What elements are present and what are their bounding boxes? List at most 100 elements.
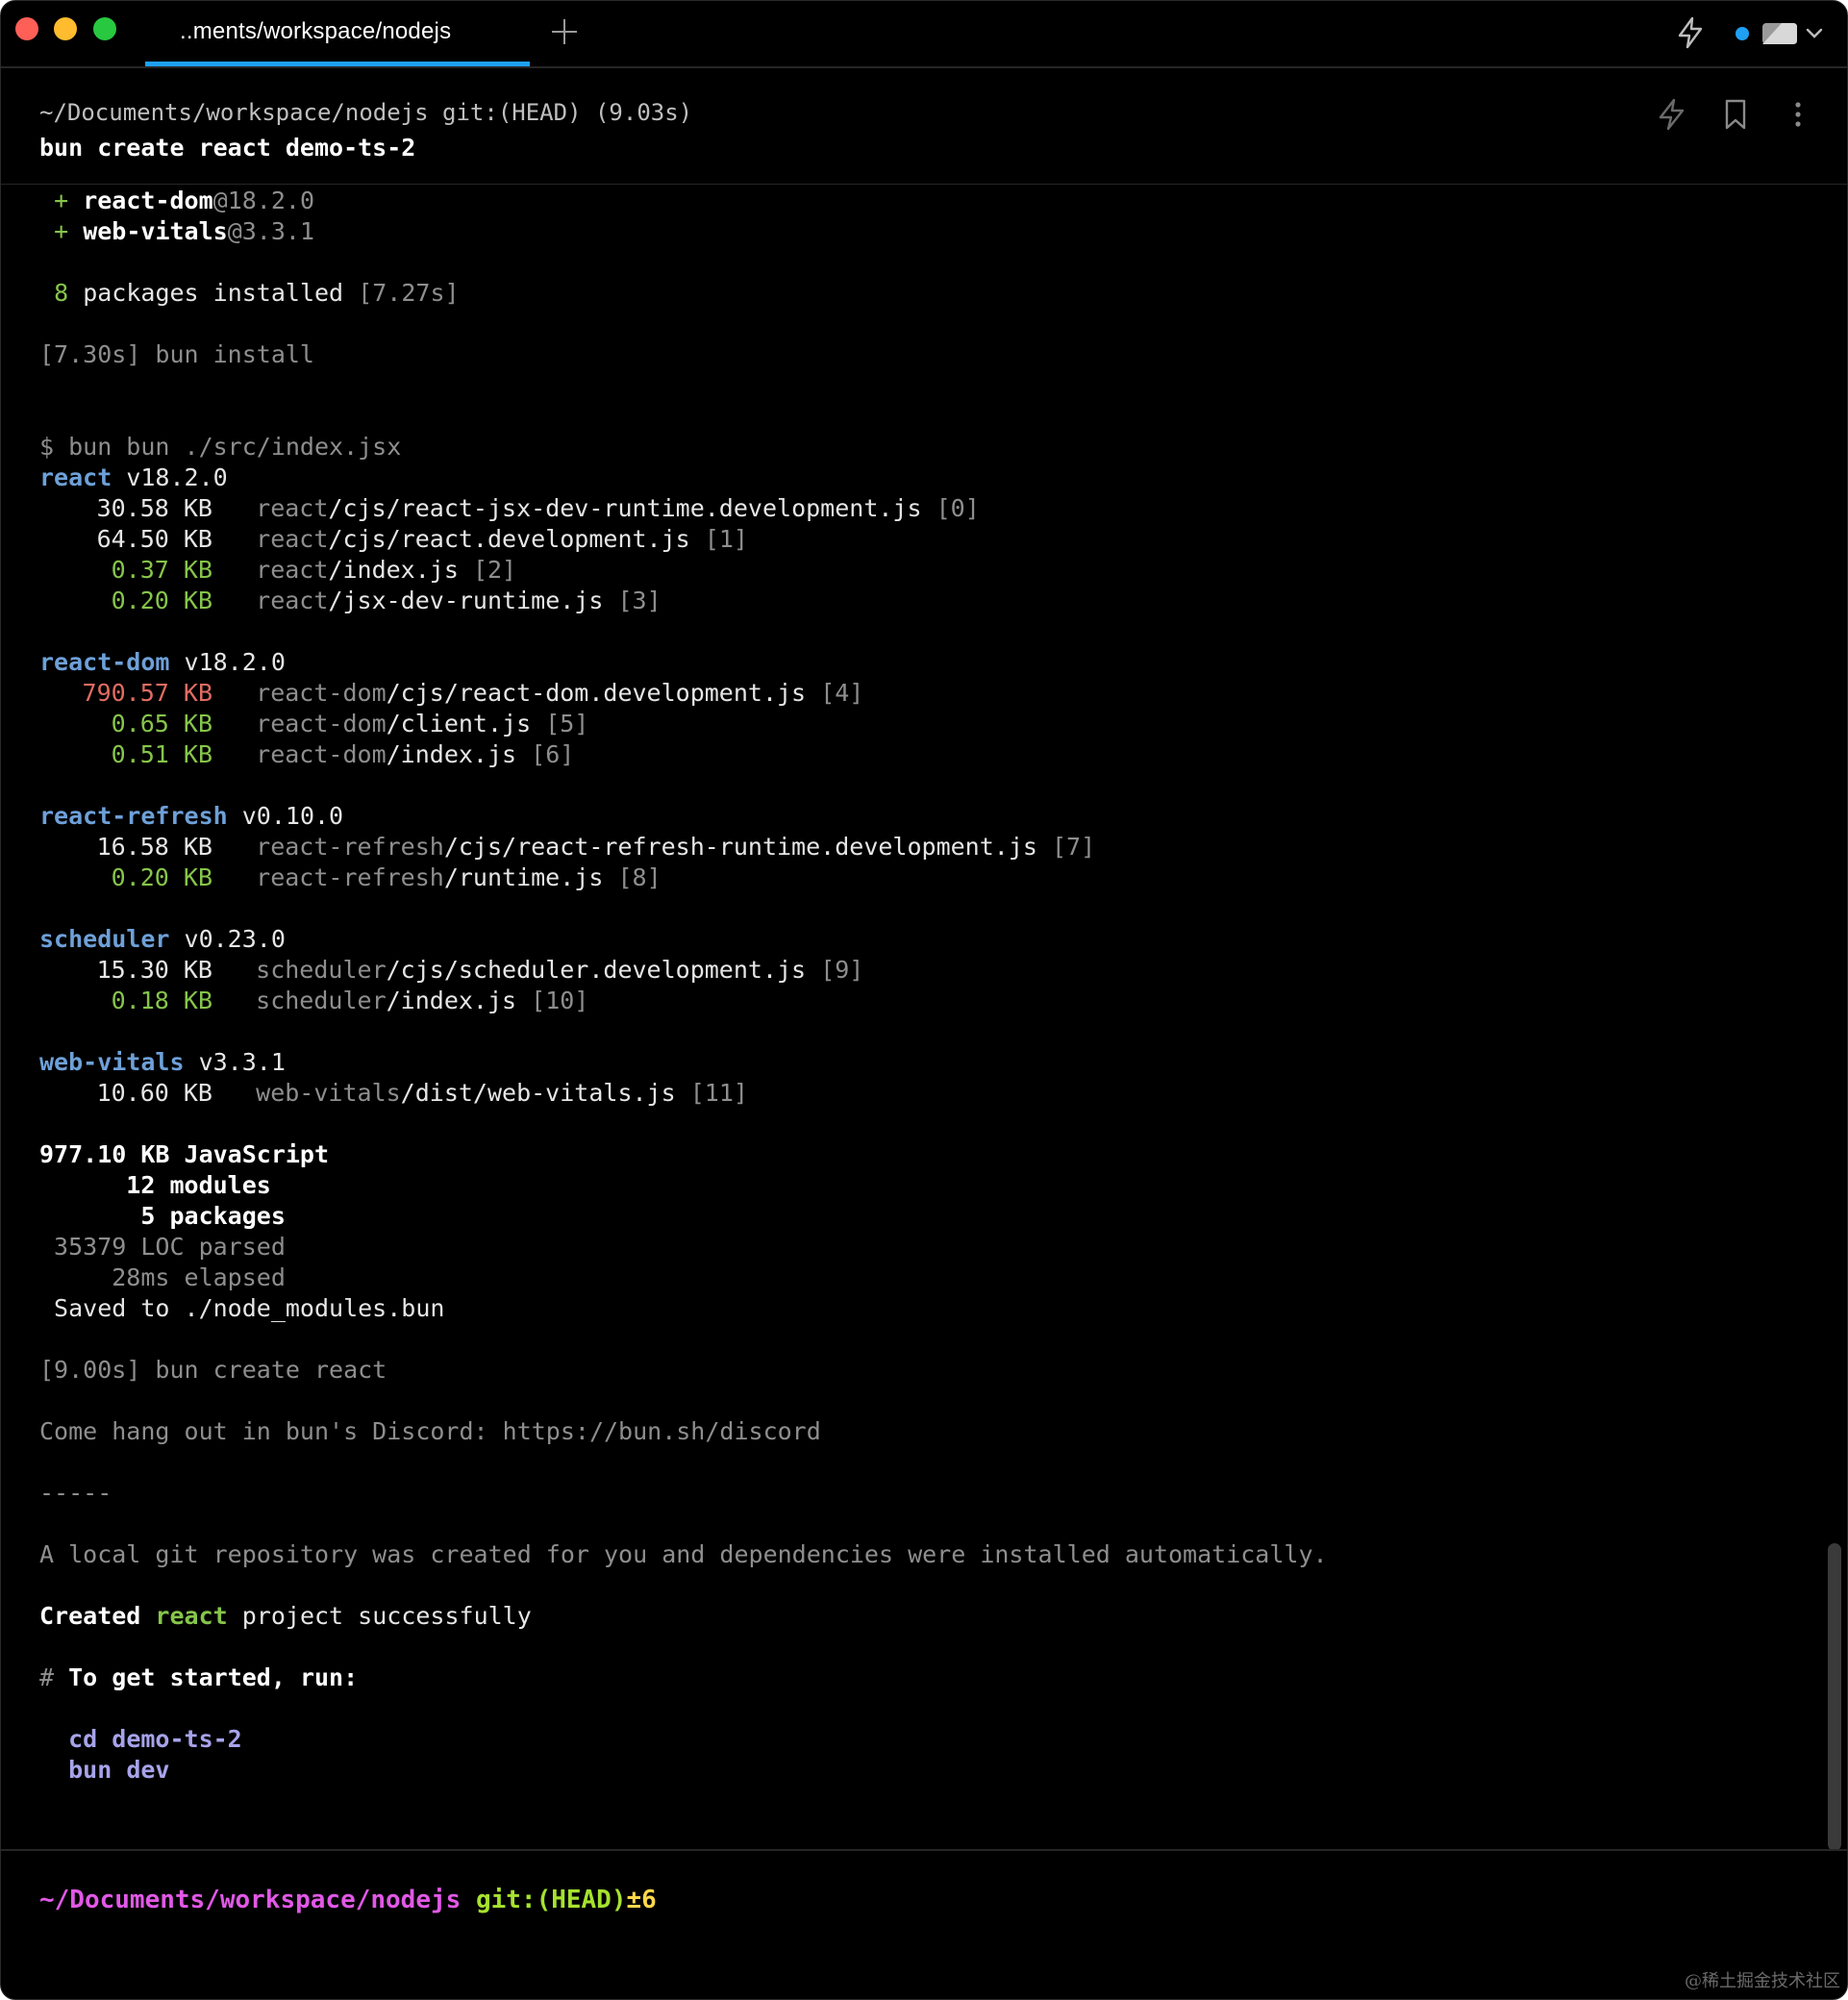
bundle-package-list: react v18.2.0 30.58 KB react/cjs/react-js… (39, 462, 1809, 1139)
bundle-file-row: 0.65 KB react-dom/client.js [5] (39, 709, 1809, 739)
git-note: A local git repository was created for y… (39, 1540, 1328, 1568)
file-index: [5] (545, 710, 589, 738)
separator-line: ----- (39, 1479, 112, 1507)
status-dot (1736, 27, 1749, 40)
package-name: react-refresh (39, 802, 228, 830)
terminal-output: + react-dom@18.2.0 + web-vitals@3.3.1 8 … (39, 186, 1809, 1786)
file-index: [2] (472, 556, 517, 584)
shell-prompt: ~/Documents/workspace/nodejs git:(HEAD)±… (39, 1886, 657, 1914)
file-path: /index.js (386, 740, 517, 768)
get-started-line: # To get started, run: (39, 1663, 359, 1691)
command-meta: ~/Documents/workspace/nodejs git:(HEAD) … (39, 99, 693, 126)
file-size: 0.65 KB (111, 710, 212, 738)
package-header: react v18.2.0 (39, 462, 1809, 493)
bolt-icon[interactable] (1655, 97, 1687, 132)
bundle-file-row: 15.30 KB scheduler/cjs/scheduler.develop… (39, 955, 1809, 986)
bundle-file-row: 0.18 KB scheduler/index.js [10] (39, 986, 1809, 1016)
terminal-window: ..ments/workspace/nodejs ~/Documents/wor… (0, 0, 1848, 2000)
minimize-window-button[interactable] (54, 17, 77, 40)
discord-line[interactable]: Come hang out in bun's Discord: https://… (39, 1416, 1809, 1447)
package-name: react-dom (39, 648, 170, 676)
file-index: [11] (689, 1079, 748, 1107)
file-path: /cjs/scheduler.development.js (386, 956, 807, 984)
get-started-cmd: cd demo-ts-2 (68, 1725, 242, 1753)
file-index: [0] (936, 494, 980, 522)
bundle-command: $ bun bun ./src/index.jsx (39, 433, 402, 461)
package-name: web-vitals (39, 1048, 185, 1076)
install-timing: [7.30s] bun install (39, 340, 314, 368)
summary-packages: 5 packages (39, 1202, 286, 1230)
zoom-window-button[interactable] (93, 17, 116, 40)
file-path: /index.js (386, 987, 517, 1014)
file-path: /cjs/react-jsx-dev-runtime.development.j… (328, 494, 922, 522)
file-path: /dist/web-vitals.js (400, 1079, 676, 1107)
tab-title: ..ments/workspace/nodejs (180, 18, 452, 44)
file-size: 0.18 KB (111, 987, 212, 1014)
file-index: [6] (531, 740, 575, 768)
chevron-down-icon[interactable] (1803, 22, 1826, 45)
file-package: scheduler (256, 987, 387, 1014)
file-package: react (256, 494, 329, 522)
install-line: + react-dom@18.2.0 (54, 187, 315, 214)
file-package: react (256, 556, 329, 584)
file-path: /cjs/react-dom.development.js (386, 679, 807, 707)
package-name: react (39, 463, 112, 491)
file-size: 790.57 KB (82, 679, 212, 707)
file-size: 16.58 KB (96, 833, 212, 861)
file-size: 0.51 KB (111, 740, 212, 768)
file-size: 10.60 KB (96, 1079, 212, 1107)
get-started-cmd: bun dev (68, 1756, 170, 1784)
package-version: v3.3.1 (198, 1048, 286, 1076)
file-package: react-refresh (256, 863, 444, 891)
summary-loc: 35379 LOC parsed (39, 1233, 286, 1261)
watermark: @稀土掘金技术社区 (1685, 1971, 1840, 1991)
install-line: + web-vitals@3.3.1 (54, 217, 315, 245)
command-text[interactable]: bun create react demo-ts-2 (39, 134, 415, 162)
file-size: 0.20 KB (111, 863, 212, 891)
file-path: /cjs/react.development.js (328, 525, 690, 553)
bundle-file-row: 0.20 KB react/jsx-dev-runtime.js [3] (39, 586, 1809, 616)
file-package: react-dom (256, 710, 387, 738)
prompt-git: git:(HEAD) (475, 1886, 627, 1914)
file-path: /cjs/react-refresh-runtime.development.j… (443, 833, 1037, 861)
bundle-file-row: 0.37 KB react/index.js [2] (39, 555, 1809, 586)
file-package: react (256, 525, 329, 553)
bundle-file-row: 30.58 KB react/cjs/react-jsx-dev-runtime… (39, 493, 1809, 524)
bolt-icon[interactable] (1676, 16, 1705, 49)
prompt-path: ~/Documents/workspace/nodejs (39, 1886, 462, 1914)
bundle-file-row: 0.20 KB react-refresh/runtime.js [8] (39, 862, 1809, 893)
kebab-menu-icon[interactable] (1782, 97, 1814, 132)
summary-modules: 12 modules (39, 1171, 271, 1199)
file-size: 15.30 KB (96, 956, 212, 984)
create-timing: [9.00s] bun create react (39, 1356, 387, 1384)
plus-icon[interactable] (549, 16, 580, 47)
file-index: [7] (1052, 833, 1096, 861)
file-size: 0.20 KB (111, 587, 212, 614)
close-window-button[interactable] (15, 17, 38, 40)
theme-toggle-icon[interactable] (1761, 18, 1801, 47)
prompt-area[interactable]: ~/Documents/workspace/nodejs git:(HEAD)±… (1, 1849, 1847, 1999)
file-index: [4] (820, 679, 864, 707)
bundle-file-row: 790.57 KB react-dom/cjs/react-dom.develo… (39, 678, 1809, 709)
package-header: scheduler v0.23.0 (39, 924, 1809, 955)
file-package: web-vitals (256, 1079, 401, 1107)
package-version: v18.2.0 (126, 463, 228, 491)
file-path: /client.js (386, 710, 532, 738)
file-index: [9] (820, 956, 864, 984)
package-version: v0.10.0 (241, 802, 344, 830)
scrollbar-thumb[interactable] (1828, 1543, 1841, 1851)
tab-active[interactable]: ..ments/workspace/nodejs (145, 1, 530, 66)
bundle-file-row: 10.60 KB web-vitals/dist/web-vitals.js [… (39, 1078, 1809, 1109)
summary-total: 977.10 KB JavaScript (39, 1140, 330, 1168)
bookmark-icon[interactable] (1719, 97, 1752, 132)
package-name: scheduler (39, 925, 170, 953)
file-path: /runtime.js (443, 863, 604, 891)
file-package: scheduler (256, 956, 387, 984)
file-package: react-refresh (256, 833, 444, 861)
file-package: react-dom (256, 740, 387, 768)
file-package: react (256, 587, 329, 614)
package-version: v18.2.0 (184, 648, 286, 676)
file-size: 0.37 KB (111, 556, 212, 584)
package-header: web-vitals v3.3.1 (39, 1047, 1809, 1078)
file-index: [1] (704, 525, 748, 553)
